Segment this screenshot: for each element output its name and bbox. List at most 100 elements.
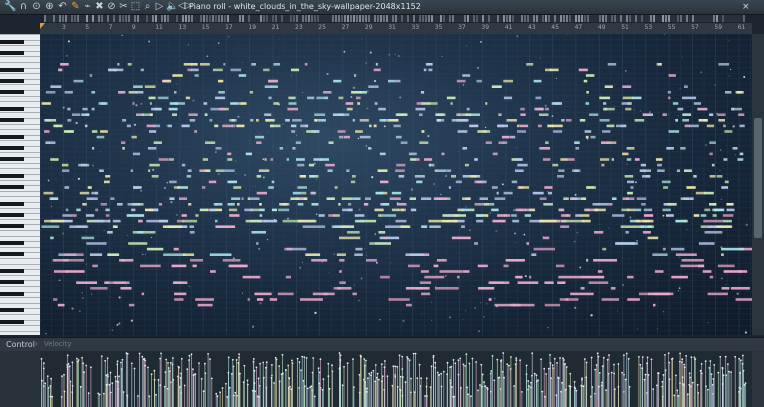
vertical-scrollbar[interactable] [752, 34, 764, 335]
note [580, 287, 585, 290]
note [299, 175, 306, 178]
note [652, 253, 668, 256]
note [429, 225, 441, 228]
song-overview-strip[interactable] [44, 15, 745, 22]
note [107, 253, 120, 256]
note [421, 225, 428, 228]
velocity-handle [327, 362, 330, 365]
control-label[interactable]: Control [6, 340, 35, 350]
velocity-handle [440, 372, 443, 375]
overview-cell [653, 15, 655, 22]
note [172, 74, 183, 77]
velocity-handle [246, 379, 249, 382]
playback-icon[interactable]: ▷ [154, 1, 165, 12]
velocity-handle [68, 365, 71, 368]
overview-cell [377, 15, 379, 22]
slice-icon[interactable]: ✂ [118, 1, 129, 12]
black-key[interactable] [0, 135, 24, 139]
black-key[interactable] [0, 292, 24, 296]
overview-cell [248, 15, 250, 22]
velocity-handle [147, 366, 149, 369]
undo-icon[interactable]: ↶ [57, 1, 68, 12]
play-circle-icon[interactable]: ⊙ [31, 1, 42, 12]
black-key[interactable] [0, 185, 24, 189]
brush-icon[interactable]: ⌁ [82, 1, 93, 12]
black-key[interactable] [0, 107, 24, 111]
piano-keyboard[interactable] [0, 34, 41, 335]
black-key[interactable] [0, 146, 24, 150]
black-key[interactable] [0, 68, 24, 72]
overview-cell [266, 15, 268, 22]
black-key[interactable] [0, 118, 24, 122]
black-key[interactable] [0, 241, 24, 245]
black-key[interactable] [0, 51, 24, 55]
note [535, 96, 542, 100]
note [105, 208, 110, 212]
scrollbar-thumb[interactable] [754, 118, 762, 238]
black-key[interactable] [0, 202, 24, 206]
magnet-icon[interactable]: ∩ [18, 1, 29, 12]
black-key[interactable] [0, 280, 24, 284]
note [470, 113, 480, 116]
overview-cell [212, 15, 214, 22]
playhead-marker-icon[interactable] [40, 23, 45, 29]
velocity-handle [341, 384, 344, 387]
zoom-icon[interactable]: ⌕ [142, 1, 153, 12]
velocity-editor[interactable] [40, 351, 752, 407]
note [636, 197, 647, 200]
velocity-handle [688, 372, 691, 375]
volume-icon[interactable]: 🔈 [166, 1, 178, 12]
note [709, 203, 717, 206]
note [269, 298, 278, 301]
black-key[interactable] [0, 174, 24, 178]
black-key[interactable] [0, 79, 24, 83]
velocity-bars[interactable] [40, 351, 752, 407]
note [308, 175, 315, 178]
black-key[interactable] [0, 269, 24, 273]
note [153, 124, 161, 128]
velocity-handle [426, 395, 428, 397]
mute-icon[interactable]: ⊘ [106, 1, 117, 12]
overview-cell [221, 15, 223, 22]
velocity-handle [595, 364, 598, 366]
note [572, 169, 581, 172]
note [526, 63, 534, 66]
note [680, 147, 686, 150]
black-key[interactable] [0, 224, 24, 228]
velocity-handle [76, 357, 78, 360]
velocity-handle [155, 393, 157, 396]
note [400, 225, 411, 228]
select-icon[interactable]: ⬚ [130, 1, 141, 12]
black-key[interactable] [0, 308, 24, 312]
control-target-label[interactable]: Velocity [44, 340, 71, 348]
note [455, 180, 462, 184]
note [100, 130, 108, 133]
notes-layer[interactable] [40, 34, 752, 335]
note [279, 147, 284, 150]
black-key[interactable] [0, 90, 24, 94]
wrench-icon[interactable]: 🔧 [4, 1, 16, 12]
note-grid[interactable] [40, 34, 752, 335]
black-key[interactable] [0, 213, 24, 217]
black-key[interactable] [0, 157, 24, 161]
velocity-handle [664, 354, 666, 356]
velocity-handle [656, 384, 658, 387]
delete-icon[interactable]: ✖ [94, 1, 105, 12]
note [599, 119, 610, 122]
event-scrollbar[interactable] [752, 351, 764, 407]
black-key[interactable] [0, 320, 24, 324]
target-icon[interactable]: ⊕ [44, 1, 55, 12]
note [408, 152, 417, 156]
close-button[interactable]: × [742, 2, 750, 12]
velocity-handle [582, 385, 585, 388]
black-key[interactable] [0, 40, 24, 44]
note [703, 219, 724, 223]
velocity-handle [120, 361, 122, 364]
overview-cell [134, 15, 136, 22]
control-arrow-icon[interactable]: › [35, 340, 38, 348]
pencil-icon[interactable]: ✎ [70, 1, 81, 12]
overview-cell [161, 15, 163, 22]
velocity-handle [454, 362, 457, 365]
velocity-handle [606, 358, 609, 361]
black-key[interactable] [0, 252, 24, 256]
